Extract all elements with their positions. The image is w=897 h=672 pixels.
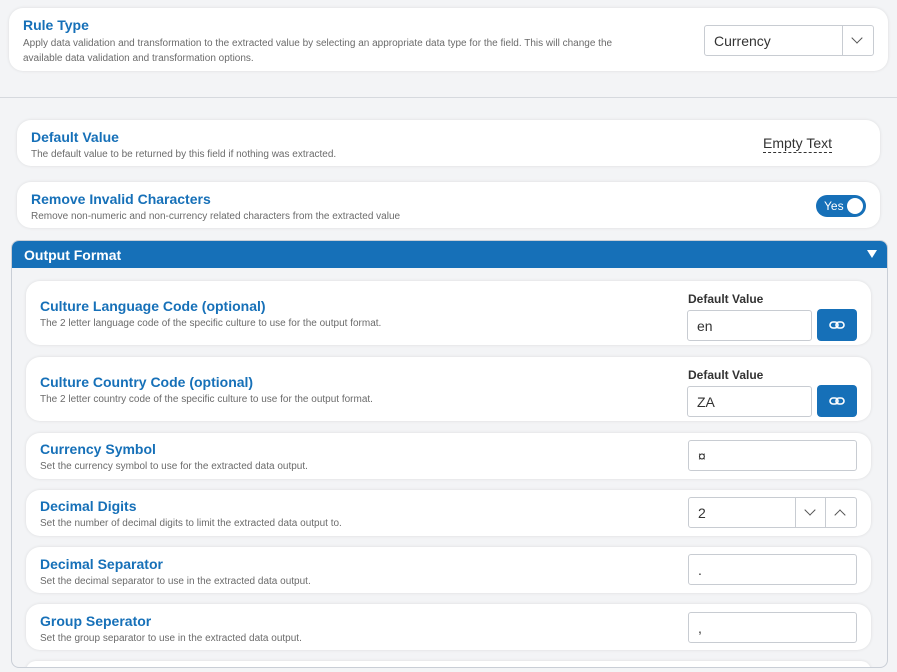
decimal-digits-title: Decimal Digits — [40, 498, 137, 514]
culture-language-description: The 2 letter language code of the specif… — [40, 318, 382, 329]
output-format-title: Output Format — [24, 247, 122, 263]
output-format-panel: Output Format Culture Language Code (opt… — [11, 240, 888, 668]
rule-type-select[interactable]: Currency — [704, 25, 874, 56]
decrement-button[interactable] — [795, 498, 826, 527]
culture-country-value: ZA — [697, 394, 715, 410]
culture-country-description: The 2 letter country code of the specifi… — [40, 394, 373, 405]
culture-language-input[interactable]: en — [687, 310, 812, 341]
chevron-up-icon — [834, 509, 846, 521]
default-value-card: Default Value The default value to be re… — [17, 120, 880, 166]
default-value-description: The default value to be returned by this… — [31, 149, 337, 160]
link-icon — [829, 321, 845, 329]
chevron-down-icon — [804, 504, 816, 516]
group-separator-input[interactable]: , — [688, 612, 857, 643]
currency-symbol-title: Currency Symbol — [40, 441, 156, 457]
toggle-label: Yes — [824, 199, 844, 213]
culture-country-card: Culture Country Code (optional) The 2 le… — [26, 357, 871, 421]
decimal-separator-input[interactable]: . — [688, 554, 857, 585]
decimal-separator-description: Set the decimal separator to use in the … — [40, 576, 311, 587]
default-value-title: Default Value — [31, 129, 119, 145]
group-separator-card: Group Seperator Set the group separator … — [26, 604, 871, 650]
currency-symbol-value: ¤ — [698, 448, 706, 464]
rule-type-selected-value: Currency — [714, 33, 771, 49]
culture-language-value: en — [697, 318, 713, 334]
next-card-partial — [26, 661, 871, 667]
output-format-header[interactable]: Output Format — [12, 241, 887, 268]
rule-type-dropdown-toggle[interactable] — [842, 26, 873, 55]
rule-type-title: Rule Type — [23, 17, 89, 33]
rule-type-description: Apply data validation and transformation… — [23, 38, 613, 49]
decimal-digits-stepper[interactable]: 2 — [688, 497, 857, 528]
rule-type-card: Rule Type Apply data validation and tran… — [9, 8, 888, 71]
culture-country-link-button[interactable] — [817, 385, 857, 417]
toggle-knob — [847, 198, 863, 214]
culture-language-card: Culture Language Code (optional) The 2 l… — [26, 281, 871, 345]
currency-symbol-description: Set the currency symbol to use for the e… — [40, 461, 308, 472]
culture-language-title: Culture Language Code (optional) — [40, 298, 266, 314]
decimal-separator-card: Decimal Separator Set the decimal separa… — [26, 547, 871, 593]
culture-language-link-button[interactable] — [817, 309, 857, 341]
group-separator-title: Group Seperator — [40, 613, 152, 629]
rule-type-description-line2: available data validation and transforma… — [23, 53, 254, 64]
remove-invalid-title: Remove Invalid Characters — [31, 191, 211, 207]
decimal-digits-description: Set the number of decimal digits to limi… — [40, 518, 342, 529]
decimal-separator-value: . — [698, 562, 702, 578]
default-value-editable[interactable]: Empty Text — [763, 135, 832, 153]
remove-invalid-card: Remove Invalid Characters Remove non-num… — [17, 182, 880, 228]
culture-country-title: Culture Country Code (optional) — [40, 374, 254, 390]
triangle-down-icon[interactable] — [867, 250, 877, 258]
decimal-separator-title: Decimal Separator — [40, 556, 163, 572]
group-separator-value: , — [698, 620, 702, 636]
decimal-digits-value: 2 — [698, 505, 706, 521]
culture-country-field-label: Default Value — [688, 368, 764, 382]
group-separator-description: Set the group separator to use in the ex… — [40, 633, 302, 644]
increment-button[interactable] — [825, 498, 856, 527]
decimal-digits-card: Decimal Digits Set the number of decimal… — [26, 490, 871, 536]
currency-symbol-card: Currency Symbol Set the currency symbol … — [26, 433, 871, 479]
chevron-down-icon — [851, 32, 863, 44]
section-divider — [0, 97, 897, 98]
currency-symbol-input[interactable]: ¤ — [688, 440, 857, 471]
culture-country-input[interactable]: ZA — [687, 386, 812, 417]
link-icon — [829, 397, 845, 405]
remove-invalid-toggle[interactable]: Yes — [816, 195, 866, 217]
remove-invalid-description: Remove non-numeric and non-currency rela… — [31, 211, 401, 222]
culture-language-field-label: Default Value — [688, 292, 764, 306]
